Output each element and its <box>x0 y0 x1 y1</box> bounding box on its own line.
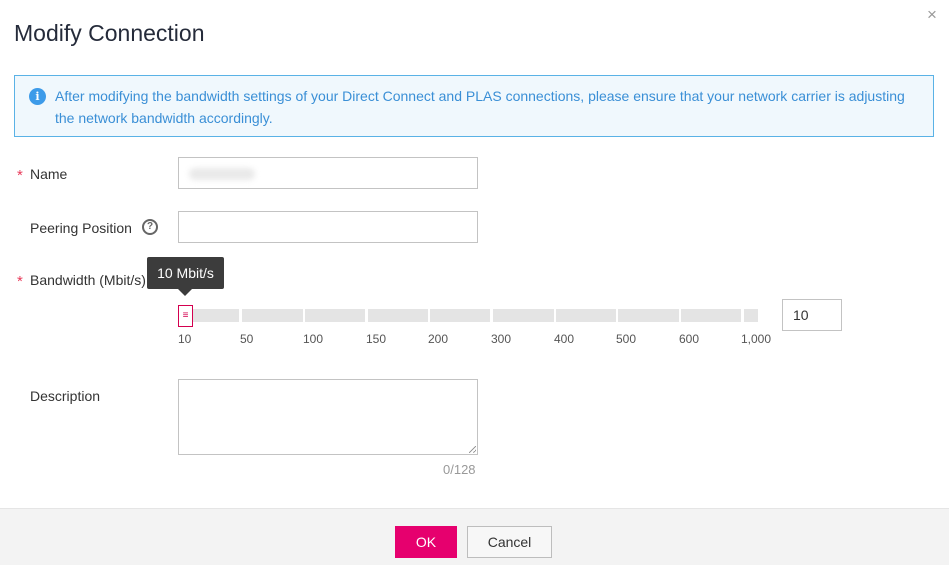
ok-button[interactable]: OK <box>395 526 457 558</box>
slider-tick-label: 150 <box>366 332 387 346</box>
help-icon[interactable]: ? <box>142 219 158 235</box>
slider-tick-label: 500 <box>616 332 637 346</box>
bandwidth-slider-track[interactable] <box>178 309 758 322</box>
slider-tick-label: 50 <box>240 332 254 346</box>
slider-tick-label: 600 <box>679 332 700 346</box>
info-notice: i After modifying the bandwidth settings… <box>14 75 934 137</box>
description-label: Description <box>30 388 101 404</box>
redacted-name <box>189 168 255 180</box>
required-mark: * <box>17 273 23 290</box>
slider-segment[interactable] <box>430 309 490 322</box>
slider-tick-label: 100 <box>303 332 324 346</box>
close-icon[interactable]: × <box>927 6 937 24</box>
dialog-footer: OK Cancel <box>0 508 949 565</box>
slider-tick-label: 200 <box>428 332 449 346</box>
required-mark: * <box>17 167 23 184</box>
peering-position-input[interactable] <box>178 211 478 243</box>
slider-segment[interactable] <box>305 309 365 322</box>
slider-segment[interactable] <box>744 309 758 322</box>
name-input[interactable] <box>178 157 478 189</box>
info-icon: i <box>29 88 46 105</box>
bandwidth-input[interactable]: 10 <box>782 299 842 331</box>
slider-segment[interactable] <box>618 309 679 322</box>
bandwidth-label: Bandwidth (Mbit/s) <box>30 272 146 288</box>
slider-segment[interactable] <box>556 309 616 322</box>
name-label: Name <box>30 166 68 182</box>
notice-text: After modifying the bandwidth settings o… <box>55 88 905 126</box>
description-char-counter: 0/128 <box>443 462 476 477</box>
dialog-title: Modify Connection <box>14 20 205 46</box>
cancel-button[interactable]: Cancel <box>467 526 552 558</box>
slider-segment[interactable] <box>681 309 741 322</box>
bandwidth-slider-handle[interactable]: ≡ <box>178 305 193 327</box>
resize-handle-icon[interactable] <box>469 446 476 453</box>
description-textarea[interactable] <box>178 379 478 455</box>
modify-connection-dialog: Modify Connection × i After modifying th… <box>0 0 949 565</box>
slider-segment[interactable] <box>493 309 554 322</box>
slider-segment[interactable] <box>242 309 303 322</box>
slider-segment[interactable] <box>368 309 428 322</box>
slider-tick-label: 300 <box>491 332 512 346</box>
slider-tick-label: 400 <box>554 332 575 346</box>
peering-position-label: Peering Position <box>30 220 132 236</box>
slider-tick-label: 1,000 <box>741 332 772 346</box>
slider-tick-label: 10 <box>178 332 192 346</box>
bandwidth-tooltip: 10 Mbit/s <box>147 257 224 296</box>
